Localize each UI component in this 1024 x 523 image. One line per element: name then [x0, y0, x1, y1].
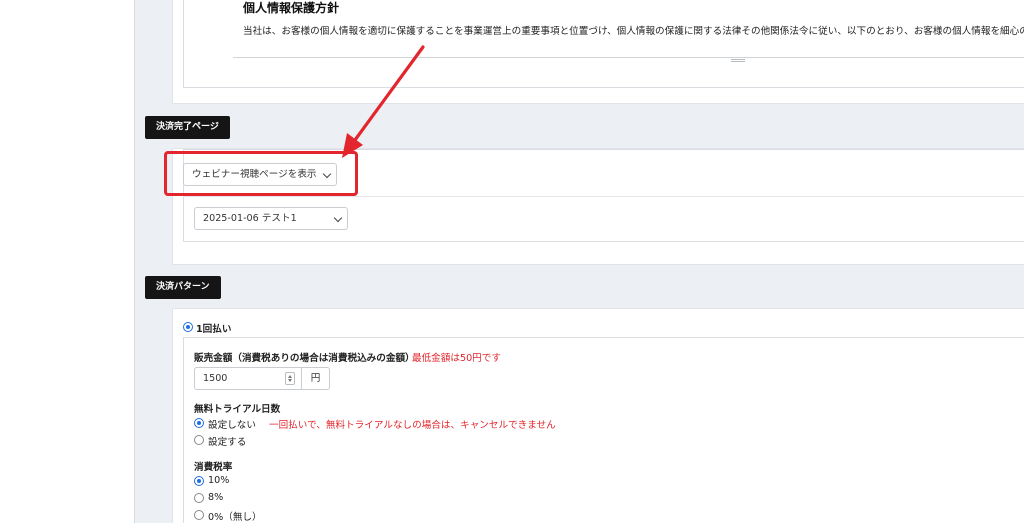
number-spinner-icon[interactable]	[285, 372, 295, 385]
annotation-arrow-line	[353, 45, 425, 142]
tax-0-label: 0%（無し）	[208, 512, 262, 523]
price-input[interactable]: 1500	[194, 367, 302, 390]
trial-set-radio[interactable]	[194, 435, 204, 445]
annotation-arrow	[342, 45, 425, 158]
tax-rate-label: 消費税率	[194, 462, 233, 473]
one-time-payment-label: 1回払い	[196, 324, 232, 335]
tax-8-label: 8%	[208, 492, 224, 503]
annotation-arrow-head	[342, 133, 363, 158]
trial-none-label: 設定しない	[208, 420, 256, 431]
trial-days-label: 無料トライアル日数	[194, 404, 281, 415]
price-unit: 円	[301, 367, 330, 390]
trial-set-label: 設定する	[208, 437, 247, 448]
price-label: 販売金額（消費税ありの場合は消費税込みの金額）	[194, 353, 415, 364]
price-minimum-note: 最低金額は50円です	[412, 353, 501, 364]
trial-none-note: 一回払いで、無料トライアルなしの場合は、キャンセルできません	[269, 420, 556, 431]
one-time-payment-radio[interactable]	[183, 322, 193, 332]
price-input-value: 1500	[203, 373, 228, 384]
tax-8-radio[interactable]	[194, 493, 204, 503]
trial-none-radio[interactable]	[194, 418, 204, 428]
tax-0-radio[interactable]	[194, 510, 204, 520]
tax-10-radio[interactable]	[194, 476, 204, 486]
tax-10-label: 10%	[208, 475, 230, 486]
